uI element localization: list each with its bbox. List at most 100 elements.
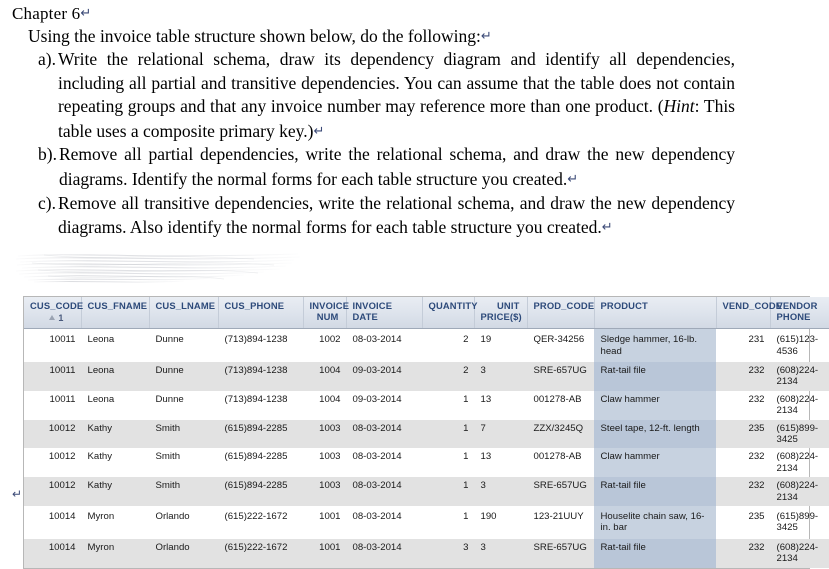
cell-invoice-num: 1003 [303, 419, 346, 449]
cell-vend-code: 235 [716, 419, 770, 449]
table-row[interactable]: 10012 Kathy Smith (615)894-2285 1003 08-03-20… [24, 419, 829, 449]
cell-cus-code: 10012 [24, 419, 81, 449]
cell-cus-phone: (713)894-1238 [224, 393, 288, 405]
cell-quantity: 1 [463, 451, 469, 463]
column-header-unit-price[interactable]: UNIT PRICE($) [474, 297, 528, 330]
list-item-marker: c). [38, 192, 56, 213]
cell-cus-fname: Myron [87, 511, 115, 523]
cell-vendor-phone: (615)899-3425 [770, 419, 829, 449]
cell-vend-code: 231 [748, 334, 765, 346]
cell-cus-phone: (615)222-1672 [218, 538, 303, 568]
table-row[interactable]: 10014 Myron Orlando (615)222-1672 1001 08-03-… [24, 506, 829, 539]
column-header-cus-lname[interactable]: CUS_LNAME [149, 297, 219, 330]
table-row[interactable]: 10011 Leona Dunne (713)894-1238 1004 09-03-20… [24, 362, 829, 391]
cell-unit-price: 7 [474, 419, 527, 449]
paragraph-mark-icon: ↵ [80, 5, 92, 20]
cell-vendor-phone: (608)224-2134 [776, 451, 819, 474]
cell-invoice-date: 08-03-2014 [346, 419, 422, 449]
list-item-text: Write the relational schema, draw its de… [57, 49, 735, 141]
cell-cus-lname: Smith [155, 451, 181, 463]
column-header-label: VEND_CODE [722, 300, 783, 311]
cell-invoice-date: 08-03-2014 [346, 538, 422, 568]
paragraph-mark-icon: ↵ [601, 219, 613, 235]
cell-prod-code: 001278-AB [533, 393, 582, 405]
column-header-vendor-phone[interactable]: VENDOR PHONE [770, 297, 829, 330]
cell-cus-phone: (713)894-1238 [224, 334, 288, 346]
cell-cus-code: 10014 [48, 511, 76, 523]
cell-product: Houselite chain saw, 16-in. bar [594, 506, 716, 539]
column-header-label-line1: VENDOR [776, 300, 818, 311]
cell-product: Claw hammer [594, 390, 716, 420]
cell-product: Rat-tail file [594, 362, 716, 391]
column-header-label-line2: PHONE [776, 310, 811, 322]
cell-unit-price: 13 [480, 451, 492, 463]
cell-prod-code: SRE-657UG [527, 538, 594, 568]
list-item: a). Write the relational schema, draw it… [38, 48, 811, 143]
cell-product: Claw hammer [594, 448, 716, 478]
column-header-vend-code[interactable]: VEND_CODE [716, 297, 782, 330]
table-row[interactable]: 10014 Myron Orlando (615)222-1672 1001 08-03-… [24, 538, 829, 568]
paragraph-mark-icon: ↵ [480, 28, 492, 43]
column-header-quantity[interactable]: QUANTITY [422, 297, 477, 330]
table-row[interactable]: 10011 Leona Dunne (713)894-1238 1004 09-03-20… [24, 390, 829, 420]
cell-unit-price: 19 [480, 334, 492, 346]
column-header-cus-code[interactable]: CUS_CODE 1 [24, 297, 83, 330]
cell-cus-code: 10014 [24, 538, 81, 568]
column-header-label-line1: INVOICE [352, 300, 393, 311]
column-header-cus-fname[interactable]: CUS_FNAME [81, 297, 150, 330]
cell-quantity: 2 [463, 334, 469, 346]
list-item-body: Remove all transitive dependencies, writ… [58, 192, 811, 240]
sort-ascending-icon [49, 314, 56, 320]
cell-prod-code: 123-21UUY [533, 511, 584, 523]
cell-quantity: 1 [463, 393, 469, 405]
document-body: Chapter 6↵ Using the invoice table struc… [0, 0, 829, 240]
table-body: 10011 Leona Dunne (713)894-1238 1002 08-03-20… [24, 328, 829, 568]
table-row[interactable]: 10011 Leona Dunne (713)894-1238 1002 08-03-20… [24, 328, 829, 362]
table-row[interactable]: 10012 Kathy Smith (615)894-2285 1003 08-03-20… [24, 448, 829, 478]
cell-cus-code: 10011 [49, 393, 76, 405]
column-header-label-line1: UNIT [497, 300, 520, 311]
column-header-cus-phone[interactable]: CUS_PHONE [218, 297, 304, 330]
column-header-label-line1: INVOICE [309, 300, 350, 311]
cell-cus-lname: Dunne [155, 334, 184, 346]
column-header-prod-code[interactable]: PROD_CODE [527, 297, 595, 330]
cell-invoice-date: 09-03-2014 [346, 362, 422, 391]
column-header-invoice-date[interactable]: INVOICE DATE [346, 297, 423, 330]
column-header-label: CUS_PHONE [224, 300, 285, 311]
cell-vendor-phone: (615)123-4536 [776, 334, 819, 357]
cell-cus-code: 10012 [48, 451, 76, 463]
intro-instruction: Using the invoice table structure shown … [28, 24, 811, 48]
cell-cus-phone: (713)894-1238 [218, 362, 303, 391]
cell-quantity: 1 [422, 419, 474, 449]
cell-vend-code: 232 [716, 362, 770, 391]
column-header-label: CUS_LNAME [155, 300, 216, 311]
cell-unit-price: 3 [474, 538, 527, 568]
sort-order-number: 1 [58, 312, 64, 323]
cell-cus-code: 10011 [24, 362, 81, 391]
cell-prod-code: 001278-AB [533, 451, 582, 463]
cell-cus-code: 10011 [49, 334, 76, 346]
cell-vend-code: 235 [748, 511, 765, 523]
column-header-invoice-num[interactable]: INVOICE NUM [303, 297, 349, 330]
column-header-label-line2: NUM [316, 310, 339, 322]
cell-prod-code: ZZX/3245Q [527, 419, 594, 449]
cell-cus-lname: Smith [149, 419, 218, 449]
cell-unit-price: 190 [480, 511, 497, 523]
chapter-heading-text: Chapter 6 [12, 4, 81, 23]
intro-instruction-text: Using the invoice table structure shown … [28, 26, 481, 46]
table-header-row: CUS_CODE 1 CUS_FNAME CUS_LNAME CUS_PHONE… [24, 297, 829, 330]
list-item-marker: b). [38, 144, 57, 165]
cell-product: Steel tape, 12-ft. length [594, 419, 716, 449]
cell-cus-fname: Leona [87, 334, 115, 346]
invoice-table-grid: CUS_CODE 1 CUS_FNAME CUS_LNAME CUS_PHONE… [24, 297, 829, 568]
column-header-product[interactable]: PRODUCT [594, 297, 717, 330]
cell-invoice-num: 1003 [319, 451, 341, 463]
cell-vendor-phone: (608)224-2134 [770, 362, 829, 391]
cell-product: Rat-tail file [594, 538, 716, 568]
cell-cus-lname: Dunne [149, 362, 218, 391]
list-item-body: Remove all partial dependencies, write t… [59, 143, 811, 191]
cell-invoice-num: 1001 [303, 538, 346, 568]
column-header-label: CUS_FNAME [87, 300, 148, 311]
cell-vend-code: 232 [748, 393, 765, 405]
cell-cus-lname: Orlando [149, 538, 218, 568]
